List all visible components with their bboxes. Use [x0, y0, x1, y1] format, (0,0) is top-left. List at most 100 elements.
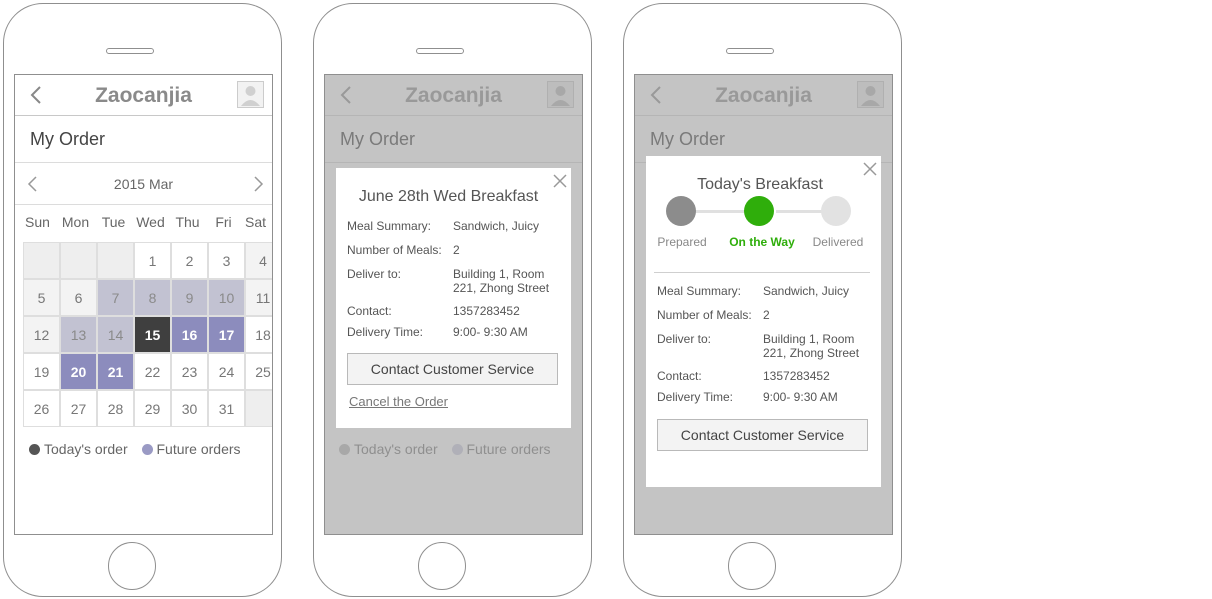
- calendar-day-8[interactable]: 8: [134, 279, 171, 316]
- calendar-day-27[interactable]: 27: [60, 390, 97, 427]
- calendar-day-13[interactable]: 13: [60, 316, 97, 353]
- today-dot-icon: [339, 444, 350, 455]
- phone-order-detail: Zaocanjia My Order Today's order Future …: [313, 3, 592, 597]
- calendar-empty-cell: [245, 390, 272, 427]
- calendar-screen: Zaocanjia My Order 2015 Mar Sun Mon Tue Wed…: [14, 74, 273, 535]
- calendar-day-5[interactable]: 5: [23, 279, 60, 316]
- legend-today: Today's order: [29, 441, 128, 457]
- close-icon[interactable]: [553, 174, 567, 188]
- detail-value: 1357283452: [453, 304, 520, 318]
- calendar-day-31[interactable]: 31: [208, 390, 245, 427]
- app-title: Zaocanjia: [715, 84, 812, 107]
- detail-value: 9:00- 9:30 AM: [763, 390, 838, 404]
- app-header: Zaocanjia: [635, 75, 892, 116]
- detail-key: Contact:: [347, 304, 392, 318]
- legend-future: Future orders: [451, 441, 551, 457]
- user-avatar-icon[interactable]: [237, 81, 264, 108]
- delivery-progress: Prepared On the Way Delivered: [646, 196, 879, 266]
- step-delivered-circle: [821, 196, 851, 226]
- next-month-icon[interactable]: [250, 176, 266, 192]
- detail-value: Building 1, Room 221, Zhong Street: [453, 267, 550, 295]
- calendar-day-29[interactable]: 29: [134, 390, 171, 427]
- calendar-legend: Today's order Future orders: [339, 441, 561, 457]
- calendar-day-14[interactable]: 14: [97, 316, 134, 353]
- legend-future: Future orders: [141, 441, 241, 457]
- calendar-day-19[interactable]: 19: [23, 353, 60, 390]
- detail-key: Number of Meals:: [657, 308, 752, 322]
- cancel-order-link[interactable]: Cancel the Order: [349, 394, 448, 409]
- calendar-day-20[interactable]: 20: [60, 353, 97, 390]
- calendar-day-1[interactable]: 1: [134, 242, 171, 279]
- calendar-day-11[interactable]: 11: [245, 279, 272, 316]
- weekday-0: Sun: [25, 214, 50, 230]
- user-avatar-icon[interactable]: [857, 81, 884, 108]
- legend-today: Today's order: [339, 441, 438, 457]
- legend-future-label: Future orders: [466, 441, 551, 457]
- step-prepared-circle: [666, 196, 696, 226]
- home-button[interactable]: [728, 542, 776, 590]
- contact-customer-service-button[interactable]: Contact Customer Service: [657, 419, 868, 451]
- future-dot-icon: [141, 444, 153, 455]
- calendar-day-16[interactable]: 16: [171, 316, 208, 353]
- today-modal-title: Today's Breakfast: [697, 176, 823, 193]
- user-avatar-icon[interactable]: [547, 81, 574, 108]
- detail-key: Contact:: [657, 369, 702, 383]
- step-prepared-label: Prepared: [657, 235, 707, 249]
- detail-value: Building 1, Room 221, Zhong Street: [763, 332, 860, 360]
- detail-value: Sandwich, Juicy: [763, 284, 850, 298]
- today-breakfast-screen: Zaocanjia My Order Today's Breakfast Pre…: [634, 74, 893, 535]
- phone-speaker: [416, 48, 464, 54]
- calendar-legend: Today's order Future orders: [29, 441, 251, 457]
- calendar-day-28[interactable]: 28: [97, 390, 134, 427]
- detail-key: Meal Summary:: [347, 219, 432, 233]
- calendar-day-15[interactable]: 15: [134, 316, 171, 353]
- order-detail-screen: Zaocanjia My Order Today's order Future …: [324, 74, 583, 535]
- page-title-row: My Order: [325, 116, 582, 163]
- close-icon[interactable]: [863, 162, 877, 176]
- calendar-day-12[interactable]: 12: [23, 316, 60, 353]
- calendar-day-25[interactable]: 25: [245, 353, 272, 390]
- calendar-day-4[interactable]: 4: [245, 242, 272, 279]
- page-title-row: My Order: [15, 116, 272, 163]
- order-detail-modal: June 28th Wed Breakfast Meal Summary: San…: [336, 168, 571, 428]
- step-on-the-way-label: On the Way: [729, 235, 795, 249]
- calendar-empty-cell: [97, 242, 134, 279]
- page-title: My Order: [30, 129, 106, 149]
- app-title: Zaocanjia: [405, 84, 502, 107]
- step-on-the-way-circle: [744, 196, 774, 226]
- calendar-day-18[interactable]: 18: [245, 316, 272, 353]
- calendar-day-23[interactable]: 23: [171, 353, 208, 390]
- detail-key: Number of Meals:: [347, 243, 442, 257]
- calendar-day-30[interactable]: 30: [171, 390, 208, 427]
- calendar-day-10[interactable]: 10: [208, 279, 245, 316]
- calendar-day-9[interactable]: 9: [171, 279, 208, 316]
- phone-calendar: Zaocanjia My Order 2015 Mar Sun Mon Tue Wed…: [3, 3, 282, 597]
- calendar-day-3[interactable]: 3: [208, 242, 245, 279]
- calendar-day-7[interactable]: 7: [97, 279, 134, 316]
- weekday-6: Sat: [244, 214, 266, 230]
- weekday-1: Mon: [61, 214, 90, 230]
- contact-customer-service-button[interactable]: Contact Customer Service: [347, 353, 558, 385]
- app-header: Zaocanjia: [15, 75, 272, 116]
- phone-speaker: [726, 48, 774, 54]
- calendar-day-2[interactable]: 2: [171, 242, 208, 279]
- calendar-day-24[interactable]: 24: [208, 353, 245, 390]
- app-header: Zaocanjia: [325, 75, 582, 116]
- home-button[interactable]: [418, 542, 466, 590]
- home-button[interactable]: [108, 542, 156, 590]
- detail-value: Sandwich, Juicy: [453, 219, 540, 233]
- calendar-day-6[interactable]: 6: [60, 279, 97, 316]
- calendar-day-22[interactable]: 22: [134, 353, 171, 390]
- progress-divider: [654, 272, 870, 273]
- page-title: My Order: [650, 129, 726, 149]
- step-delivered-label: Delivered: [812, 235, 864, 249]
- app-title: Zaocanjia: [95, 84, 192, 107]
- detail-value: 1357283452: [763, 369, 830, 383]
- calendar-day-17[interactable]: 17: [208, 316, 245, 353]
- month-label: 2015 Mar: [113, 176, 174, 192]
- future-dot-icon: [451, 444, 463, 455]
- calendar-day-26[interactable]: 26: [23, 390, 60, 427]
- calendar-empty-cell: [60, 242, 97, 279]
- calendar-day-21[interactable]: 21: [97, 353, 134, 390]
- legend-today-label: Today's order: [354, 441, 438, 457]
